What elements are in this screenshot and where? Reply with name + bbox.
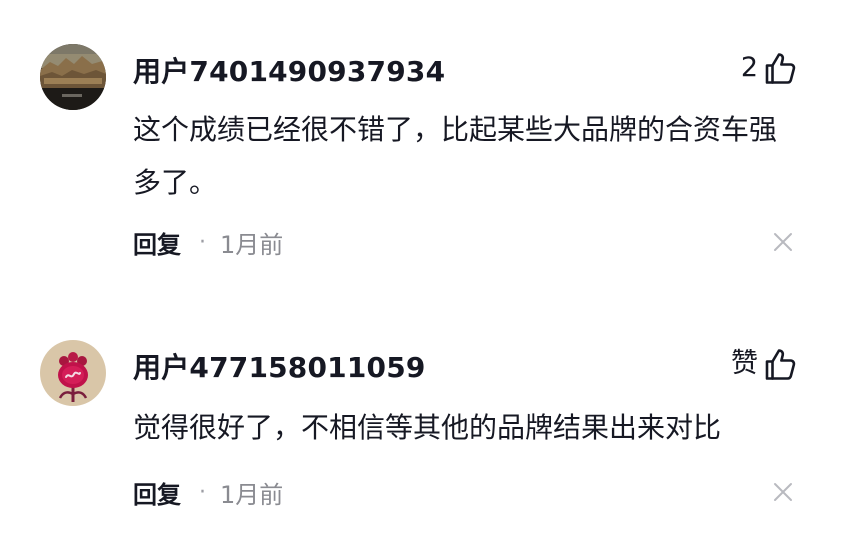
close-icon[interactable] [772,231,794,253]
comment-time: 1月前 [220,480,284,509]
red-flower-avatar [40,340,106,406]
comment-item: 用户477158011059 赞 觉得很好了，不相信等其他的品牌结果出来对比 回… [0,300,852,548]
comment-username[interactable]: 用户477158011059 [133,346,426,386]
reply-button[interactable]: 回复 [133,475,181,510]
comment-text: 觉得很好了，不相信等其他的品牌结果出来对比 [133,411,722,444]
thumbs-up-icon [765,349,796,380]
landscape-photo-avatar [40,44,106,110]
thumbs-up-icon [765,53,796,84]
comment-meta: 回复 · 1月前 [133,474,283,510]
meta-separator: · [199,229,206,255]
reply-button[interactable]: 回复 [133,225,181,260]
meta-separator: · [199,479,206,505]
comment-meta: 回复 · 1月前 [133,224,283,260]
like-button[interactable]: 2 [741,50,798,86]
like-button[interactable]: 赞 [731,346,798,382]
comment-time: 1月前 [220,230,284,259]
like-count: 2 [740,52,758,83]
comment-username[interactable]: 用户7401490937934 [133,50,445,90]
comment-text: 这个成绩已经很不错了，比起某些大品牌的合资车强多了。 [133,113,778,199]
user-avatar[interactable] [40,340,106,406]
comment-item: 用户7401490937934 2 这个成绩已经很不错了，比起某些大品牌的合资车… [0,0,852,290]
like-label: 赞 [731,348,758,379]
close-icon[interactable] [772,481,794,503]
user-avatar[interactable] [40,44,106,110]
